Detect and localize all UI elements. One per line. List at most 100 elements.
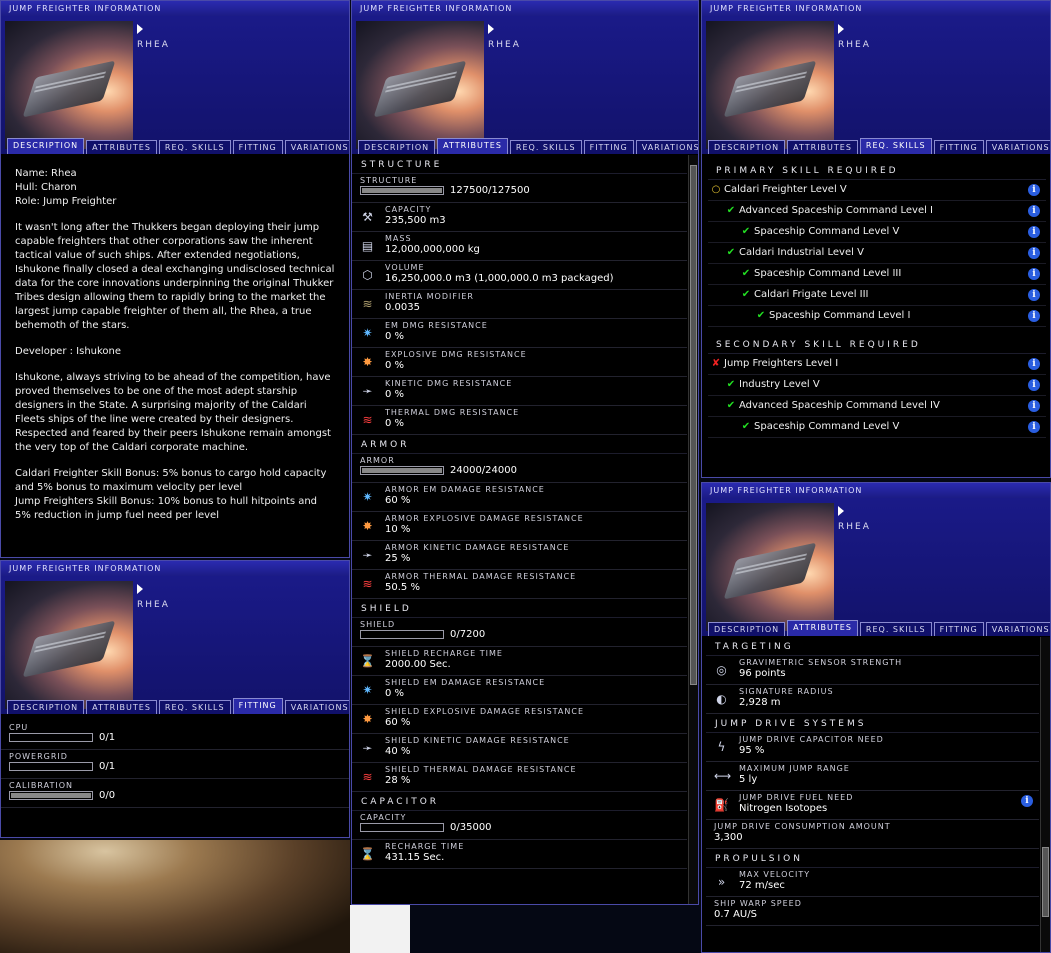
tab-req-skills[interactable]: REQ. SKILLS [859,138,932,154]
powergrid-row: POWERGRID 0/1 [1,750,349,779]
skill-row[interactable]: ✔ Advanced Spaceship Command Level IV i [708,396,1046,417]
info-icon[interactable]: i [1028,184,1040,196]
tab-attributes[interactable]: ATTRIBUTES [787,620,858,636]
tab-attributes[interactable]: ATTRIBUTES [437,138,508,154]
tab-variations[interactable]: VARIATIONS [284,700,349,714]
tab-attributes[interactable]: ATTRIBUTES [86,700,157,714]
explosive-damage-icon: ✸ [362,712,373,726]
skill-row[interactable]: ✔ Spaceship Command Level III i [708,264,1046,285]
armor-em-row: ✷ ARMOR EM DAMAGE RESISTANCE 60 % [352,483,687,512]
section-capacitor: CAPACITOR [352,792,687,811]
tab-fitting[interactable]: FITTING [232,698,283,714]
skill-name: Advanced Spaceship Command Level I [739,205,933,216]
window-title[interactable]: JUMP FREIGHTER INFORMATION [352,1,698,16]
info-icon[interactable]: i [1028,421,1040,433]
tab-variations[interactable]: VARIATIONS [985,140,1050,154]
tab-fitting[interactable]: FITTING [232,140,283,154]
skill-row[interactable]: ✔ Spaceship Command Level I i [708,306,1046,327]
info-icon[interactable]: i [1028,226,1040,238]
ship-portrait [356,21,484,149]
em-row: ✷ EM DMG RESISTANCE 0 % [352,319,687,348]
tab-req-skills[interactable]: REQ. SKILLS [509,140,582,154]
tab-variations[interactable]: VARIATIONS [635,140,698,154]
tab-attributes[interactable]: ATTRIBUTES [787,140,858,154]
desc-bonus-2: Jump Freighters Skill Bonus: 10% bonus t… [15,496,318,521]
fuel-icon: ⛽ [714,798,729,812]
structure-label: STRUCTURE [360,176,418,185]
info-window-fitting[interactable]: JUMP FREIGHTER INFORMATION RHEA DESCRIPT… [0,560,350,838]
expand-arrow-icon[interactable] [137,24,143,34]
scrollbar-thumb[interactable] [1042,847,1049,917]
em-label: EM DMG RESISTANCE [385,321,488,330]
tab-fitting[interactable]: FITTING [933,140,984,154]
info-icon[interactable]: i [1028,310,1040,322]
tab-req-skills[interactable]: REQ. SKILLS [158,700,231,714]
scrollbar-thumb[interactable] [690,165,697,685]
tab-fitting[interactable]: FITTING [933,622,984,636]
volume-row: ⬡ VOLUME 16,250,000.0 m3 (1,000,000.0 m3 p… [352,261,687,290]
skill-row[interactable]: ✔ Spaceship Command Level V i [708,417,1046,438]
kinetic-damage-icon: ➛ [362,384,373,398]
info-window-attributes[interactable]: JUMP FREIGHTER INFORMATION RHEA DESCRIPT… [351,0,699,905]
window-title[interactable]: JUMP FREIGHTER INFORMATION [702,1,1050,16]
tab-description[interactable]: DESCRIPTION [708,140,786,154]
expand-arrow-icon[interactable] [838,506,844,516]
attributes-content[interactable]: STRUCTURE STRUCTURE 127500/127500 ⚒ CAPACI… [352,155,698,904]
tab-description[interactable]: DESCRIPTION [7,700,85,714]
skill-row[interactable]: ✔ Advanced Spaceship Command Level I i [708,201,1046,222]
expand-arrow-icon[interactable] [838,24,844,34]
info-icon[interactable]: i [1021,795,1033,807]
shield-recharge-row: ⌛ SHIELD RECHARGE TIME 2000.00 Sec. [352,647,687,676]
tab-variations[interactable]: VARIATIONS [985,622,1050,636]
tab-variations[interactable]: VARIATIONS [284,140,349,154]
cpu-value: 0/1 [99,732,116,743]
kinetic-damage-icon: ➛ [362,548,373,562]
shield-em-row: ✷ SHIELD EM DAMAGE RESISTANCE 0 % [352,676,687,705]
info-icon[interactable]: i [1028,400,1040,412]
tab-fitting[interactable]: FITTING [583,140,634,154]
tab-description[interactable]: DESCRIPTION [708,622,786,636]
info-window-attributes-2[interactable]: JUMP FREIGHTER INFORMATION RHEA DESCRIPT… [701,482,1051,953]
info-icon[interactable]: i [1028,289,1040,301]
skill-row[interactable]: ✔ Caldari Industrial Level V i [708,243,1046,264]
window-title[interactable]: JUMP FREIGHTER INFORMATION [1,561,349,576]
skill-row[interactable]: ✔ Caldari Frigate Level III i [708,285,1046,306]
ship-name: RHEA [488,40,521,50]
tab-req-skills[interactable]: REQ. SKILLS [859,622,932,636]
info-icon[interactable]: i [1028,205,1040,217]
skill-row[interactable]: ✘ Jump Freighters Level I i [708,354,1046,375]
info-window-req-skills[interactable]: JUMP FREIGHTER INFORMATION RHEA DESCRIPT… [701,0,1051,478]
tab-description[interactable]: DESCRIPTION [7,138,85,154]
scrollbar[interactable] [688,155,698,904]
sig-row: ◐ SIGNATURE RADIUS 2,928 m [706,685,1039,714]
scrollbar[interactable] [1040,637,1050,952]
window-title[interactable]: JUMP FREIGHTER INFORMATION [702,483,1050,498]
armor-explosive-row: ✸ ARMOR EXPLOSIVE DAMAGE RESISTANCE 10 % [352,512,687,541]
background-nebula [0,840,350,953]
info-window-description[interactable]: JUMP FREIGHTER INFORMATION RHEA DESCRIPT… [0,0,350,558]
window-title[interactable]: JUMP FREIGHTER INFORMATION [1,1,349,16]
tab-description[interactable]: DESCRIPTION [358,140,436,154]
tab-attributes[interactable]: ATTRIBUTES [86,140,157,154]
skill-row[interactable]: ✔ Industry Level V i [708,375,1046,396]
expand-arrow-icon[interactable] [137,584,143,594]
shield-thermal-row: ≋ SHIELD THERMAL DAMAGE RESISTANCE 28 % [352,763,687,792]
tab-req-skills[interactable]: REQ. SKILLS [158,140,231,154]
shield-thermal-label: SHIELD THERMAL DAMAGE RESISTANCE [385,765,577,774]
calibration-bar-fill [11,793,91,798]
skill-row[interactable]: ✔ Spaceship Command Level V i [708,222,1046,243]
skill-row[interactable]: ○ Caldari Freighter Level V i [708,180,1046,201]
info-icon[interactable]: i [1028,358,1040,370]
structure-row: STRUCTURE 127500/127500 [352,174,687,203]
expand-arrow-icon[interactable] [488,24,494,34]
cross-icon: ✘ [711,358,721,369]
attributes-content[interactable]: TARGETING ◎ GRAVIMETRIC SENSOR STRENGTH 96… [702,637,1050,952]
info-icon[interactable]: i [1028,379,1040,391]
thermal-label: THERMAL DMG RESISTANCE [385,408,520,417]
armor-kinetic-row: ➛ ARMOR KINETIC DAMAGE RESISTANCE 25 % [352,541,687,570]
info-icon[interactable]: i [1028,268,1040,280]
ship-portrait [706,21,834,149]
info-icon[interactable]: i [1028,247,1040,259]
jrange-row: ⟷ MAXIMUM JUMP RANGE 5 ly [706,762,1039,791]
kinetic-damage-icon: ➛ [362,741,373,755]
